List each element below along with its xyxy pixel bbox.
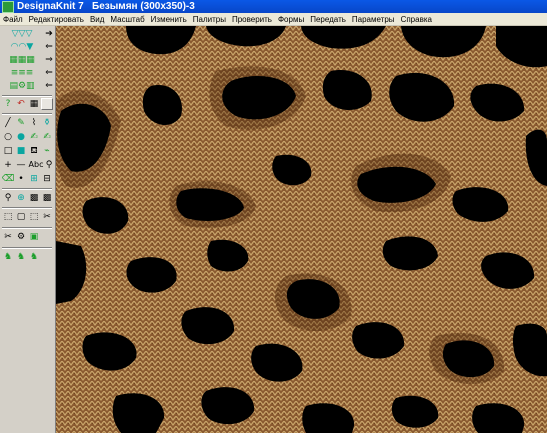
select-square-icon[interactable]: ▢ [15, 211, 27, 223]
plus-icon[interactable]: + [2, 159, 14, 171]
menu-help[interactable]: Справка [398, 15, 435, 24]
rectangle-icon[interactable]: □ [2, 145, 14, 157]
pattern-grid-icon[interactable]: ⊞ [28, 173, 40, 185]
fill-bucket-icon[interactable]: ⛾ [28, 145, 40, 157]
knit-view-2-icon[interactable]: ▩ [41, 192, 53, 204]
filled-rectangle-icon[interactable]: ■ [15, 145, 27, 157]
arrow-right-icon[interactable]: ➔ [43, 28, 55, 40]
text-tool-icon[interactable]: Abc [28, 159, 44, 171]
airbrush-icon[interactable]: ✍ [41, 131, 53, 143]
line-icon[interactable]: ╱ [2, 117, 14, 129]
smudge-icon[interactable]: ⌁ [41, 145, 53, 157]
arrow-left-3-icon[interactable]: ⇐ [43, 80, 55, 92]
garment-shape-icon[interactable]: ▽▽▽ [2, 28, 42, 40]
menu-view[interactable]: Вид [87, 15, 107, 24]
menu-edit[interactable]: Редактировать [26, 15, 87, 24]
app-icon [2, 0, 14, 13]
app-name: DesignaKnit 7 [17, 1, 84, 12]
toolbox: ▽▽▽ ➔ ◠◠▼ ⇐ ▦▦▦ ⇒ ≡≡≡ ⇐ ▤⚙▥ ⇐ ? ↶ ▦ ╱ ✎ … [0, 26, 56, 433]
select-rectangle-icon[interactable]: ⬚ [2, 211, 14, 223]
help-icon[interactable]: ? [2, 98, 14, 110]
arrow-right-2-icon[interactable]: ⇒ [43, 54, 55, 66]
document-title: Безымян (300x350)-3 [92, 1, 195, 12]
menu-file[interactable]: Файл [0, 15, 26, 24]
menu-zoom[interactable]: Масштаб [107, 15, 147, 24]
cut-icon[interactable]: ✂ [41, 211, 53, 223]
menu-transfer[interactable]: Передать [307, 15, 349, 24]
arrow-left-icon[interactable]: ⇐ [43, 41, 55, 53]
grid-icon[interactable]: ▦ [28, 98, 40, 110]
garment-back-icon[interactable]: ♞ [15, 251, 27, 263]
eyedropper-icon[interactable]: ⚲ [43, 159, 55, 171]
zoom-in-icon[interactable]: ⊕ [15, 192, 27, 204]
stitch-pattern-icon[interactable]: ▦▦▦ [2, 54, 42, 66]
select-dotted-icon[interactable]: ⬚ [28, 211, 40, 223]
arrow-left-2-icon[interactable]: ⇐ [43, 67, 55, 79]
menu-palettes[interactable]: Палитры [190, 15, 229, 24]
motif-grid-icon[interactable]: ⊟ [41, 173, 53, 185]
title-bar: DesignaKnit 7 Безымян (300x350)-3 [0, 0, 547, 13]
knit-rows-icon[interactable]: ≡≡≡ [2, 67, 42, 79]
garment-sleeve-icon[interactable]: ♞ [28, 251, 40, 263]
spray-icon[interactable]: ✍ [28, 131, 40, 143]
eraser-icon[interactable]: ⌫ [2, 173, 14, 185]
minus-icon[interactable]: — [15, 159, 27, 171]
knit-machine-icon[interactable]: ▤⚙▥ [2, 80, 42, 92]
menu-settings[interactable]: Параметры [349, 15, 398, 24]
knit-pattern-canvas[interactable] [56, 26, 547, 433]
garment-shape-2-icon[interactable]: ◠◠▼ [2, 41, 42, 53]
paste-icon[interactable]: ▣ [28, 231, 40, 243]
garment-front-icon[interactable]: ♞ [2, 251, 14, 263]
menu-modify[interactable]: Изменить [148, 15, 190, 24]
knit-view-icon[interactable]: ▩ [28, 192, 40, 204]
circle-icon[interactable]: ○ [2, 131, 14, 143]
pencil-icon[interactable]: ✎ [15, 117, 27, 129]
filled-circle-icon[interactable]: ● [15, 131, 27, 143]
menu-bar: Файл Редактировать Вид Масштаб Изменить … [0, 13, 547, 26]
zoom-icon[interactable]: ⚲ [2, 192, 14, 204]
scissors-icon[interactable]: ✂ [2, 231, 14, 243]
dropper-icon[interactable]: ⚱ [41, 117, 53, 129]
dot-icon[interactable]: • [15, 173, 27, 185]
undo-icon[interactable]: ↶ [15, 98, 27, 110]
menu-shapes[interactable]: Формы [275, 15, 307, 24]
brush-icon[interactable]: ⌇ [28, 117, 40, 129]
menu-check[interactable]: Проверить [229, 15, 275, 24]
fill-square-icon[interactable] [41, 98, 53, 110]
stamp-icon[interactable]: ⚙ [15, 231, 27, 243]
